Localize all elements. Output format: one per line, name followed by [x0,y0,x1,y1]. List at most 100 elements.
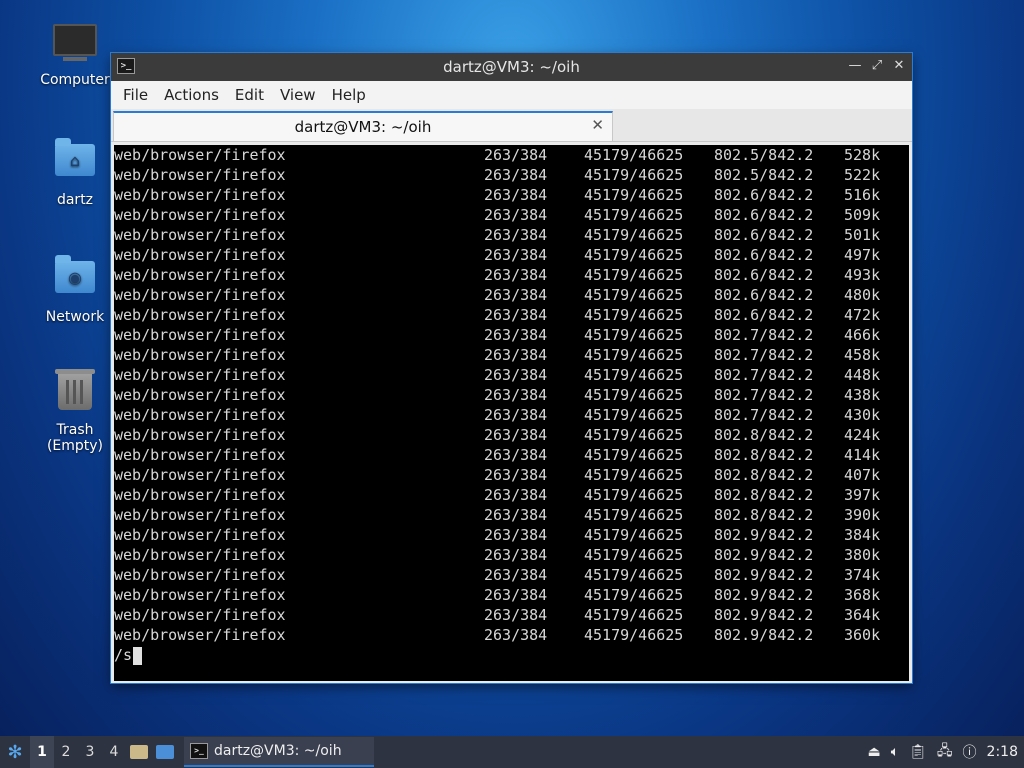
network-icon[interactable]: 🖧 [937,740,953,764]
terminal-cell: 45179/46625 [584,506,684,524]
terminal-cell: 263/384 [484,266,548,284]
menu-edit[interactable]: Edit [227,86,272,104]
terminal-cell: web/browser/firefox [114,166,286,184]
terminal-cell: web/browser/firefox [114,546,286,564]
desktop-icon-network[interactable]: ◉ Network [27,253,123,325]
update-notifier-icon[interactable]: ⓘ [963,742,977,762]
terminal-cell: web/browser/firefox [114,366,286,384]
terminal-cell: 263/384 [484,146,548,164]
terminal-cell: 45179/46625 [584,546,684,564]
menu-file[interactable]: File [115,86,156,104]
maximize-icon[interactable]: ⤢ [870,58,884,73]
terminal-line: web/browser/firefox 263/384 45179/46625 802… [114,465,909,485]
terminal-cell: 263/384 [484,366,548,384]
terminal-cell: 802.6/842.2 [714,286,814,304]
volume-icon[interactable]: 🔈︎ [891,744,899,760]
terminal-cell: 45179/46625 [584,326,684,344]
terminal-cell: 45179/46625 [584,526,684,544]
terminal-cell: 802.8/842.2 [714,486,814,504]
terminal-cell: 497k [844,246,881,264]
terminal-line: web/browser/firefox 263/384 45179/46625 802… [114,165,909,185]
terminal-cell: 45179/46625 [584,186,684,204]
menu-actions[interactable]: Actions [156,86,227,104]
terminal-cell: web/browser/firefox [114,446,286,464]
terminal-line: web/browser/firefox 263/384 45179/46625 802… [114,585,909,605]
workspace-1[interactable]: 1 [30,736,54,768]
terminal-cell: web/browser/firefox [114,246,286,264]
terminal-cell: 263/384 [484,286,548,304]
terminal-cell: 263/384 [484,446,548,464]
terminal-cell: 45179/46625 [584,166,684,184]
start-menu-icon[interactable]: ✻ [0,736,30,768]
terminal-prompt[interactable]: /s [114,645,909,665]
terminal-cell: 45179/46625 [584,286,684,304]
terminal-cell: 263/384 [484,566,548,584]
terminal-cell: 45179/46625 [584,426,684,444]
terminal-cell: 802.9/842.2 [714,606,814,624]
window-titlebar[interactable]: >_ dartz@VM3: ~/oih — ⤢ ✕ [111,53,912,81]
terminal-cell: 263/384 [484,506,548,524]
terminal-cell: 802.8/842.2 [714,426,814,444]
terminal-cell: 45179/46625 [584,266,684,284]
terminal-cell: 45179/46625 [584,306,684,324]
terminal-cell: 802.7/842.2 [714,326,814,344]
terminal-cell: 802.8/842.2 [714,446,814,464]
computer-icon [53,24,97,68]
taskbar: ✻ 1 2 3 4 >_ dartz@VM3: ~/oih ⏏ 🔈︎ 📋︎ 🖧 … [0,736,1024,768]
terminal-line: web/browser/firefox 263/384 45179/46625 802… [114,505,909,525]
text-cursor [133,646,143,665]
terminal-cell: web/browser/firefox [114,306,286,324]
file-manager-icon[interactable] [126,736,152,768]
terminal-cell: 493k [844,266,881,284]
terminal-cell: 263/384 [484,426,548,444]
terminal-cell: 802.5/842.2 [714,166,814,184]
terminal-cell: 480k [844,286,881,304]
terminal-cell: web/browser/firefox [114,566,286,584]
desktop-icon-trash[interactable]: Trash (Empty) [27,369,123,454]
terminal-cell: 263/384 [484,606,548,624]
terminal-cell: 448k [844,366,881,384]
terminal-cell: web/browser/firefox [114,146,286,164]
terminal-cell: 802.6/842.2 [714,266,814,284]
desktop-icon-computer[interactable]: Computer [27,18,123,88]
show-desktop-icon[interactable] [152,736,178,768]
menu-help[interactable]: Help [324,86,374,104]
desktop-icon-label: Computer [40,72,110,88]
terminal-cell: 802.9/842.2 [714,526,814,544]
terminal-line: web/browser/firefox 263/384 45179/46625 802… [114,365,909,385]
terminal-output[interactable]: web/browser/firefox 263/384 45179/46625 802… [114,145,909,681]
desktop-icon-home[interactable]: ⌂ dartz [27,136,123,208]
task-label: dartz@VM3: ~/oih [214,743,342,759]
close-icon[interactable]: ✕ [892,58,906,73]
clipboard-icon[interactable]: 📋︎ [909,744,927,760]
terminal-line: web/browser/firefox 263/384 45179/46625 802… [114,405,909,425]
terminal-cell: 802.6/842.2 [714,206,814,224]
workspace-3[interactable]: 3 [78,736,102,768]
terminal-line: web/browser/firefox 263/384 45179/46625 802… [114,265,909,285]
terminal-cell: web/browser/firefox [114,466,286,484]
eject-icon[interactable]: ⏏ [868,744,881,760]
terminal-cell: web/browser/firefox [114,346,286,364]
terminal-line: web/browser/firefox 263/384 45179/46625 802… [114,325,909,345]
terminal-line: web/browser/firefox 263/384 45179/46625 802… [114,425,909,445]
terminal-cell: web/browser/firefox [114,626,286,644]
terminal-cell: web/browser/firefox [114,186,286,204]
terminal-cell: 45179/46625 [584,146,684,164]
workspace-4[interactable]: 4 [102,736,126,768]
terminal-cell: web/browser/firefox [114,606,286,624]
terminal-cell: 263/384 [484,386,548,404]
tab-close-icon[interactable]: ✕ [591,116,604,134]
terminal-line: web/browser/firefox 263/384 45179/46625 802… [114,625,909,645]
workspace-2[interactable]: 2 [54,736,78,768]
clock[interactable]: 2:18 [987,744,1018,760]
minimize-icon[interactable]: — [848,58,862,73]
terminal-cell: 528k [844,146,881,164]
terminal-cell: 263/384 [484,406,548,424]
taskbar-task-terminal[interactable]: >_ dartz@VM3: ~/oih [184,737,374,767]
tab-terminal[interactable]: dartz@VM3: ~/oih ✕ [113,111,613,141]
terminal-cell: 45179/46625 [584,406,684,424]
terminal-cell: web/browser/firefox [114,226,286,244]
menu-view[interactable]: View [272,86,324,104]
terminal-cell: 466k [844,326,881,344]
terminal-cell: 263/384 [484,346,548,364]
